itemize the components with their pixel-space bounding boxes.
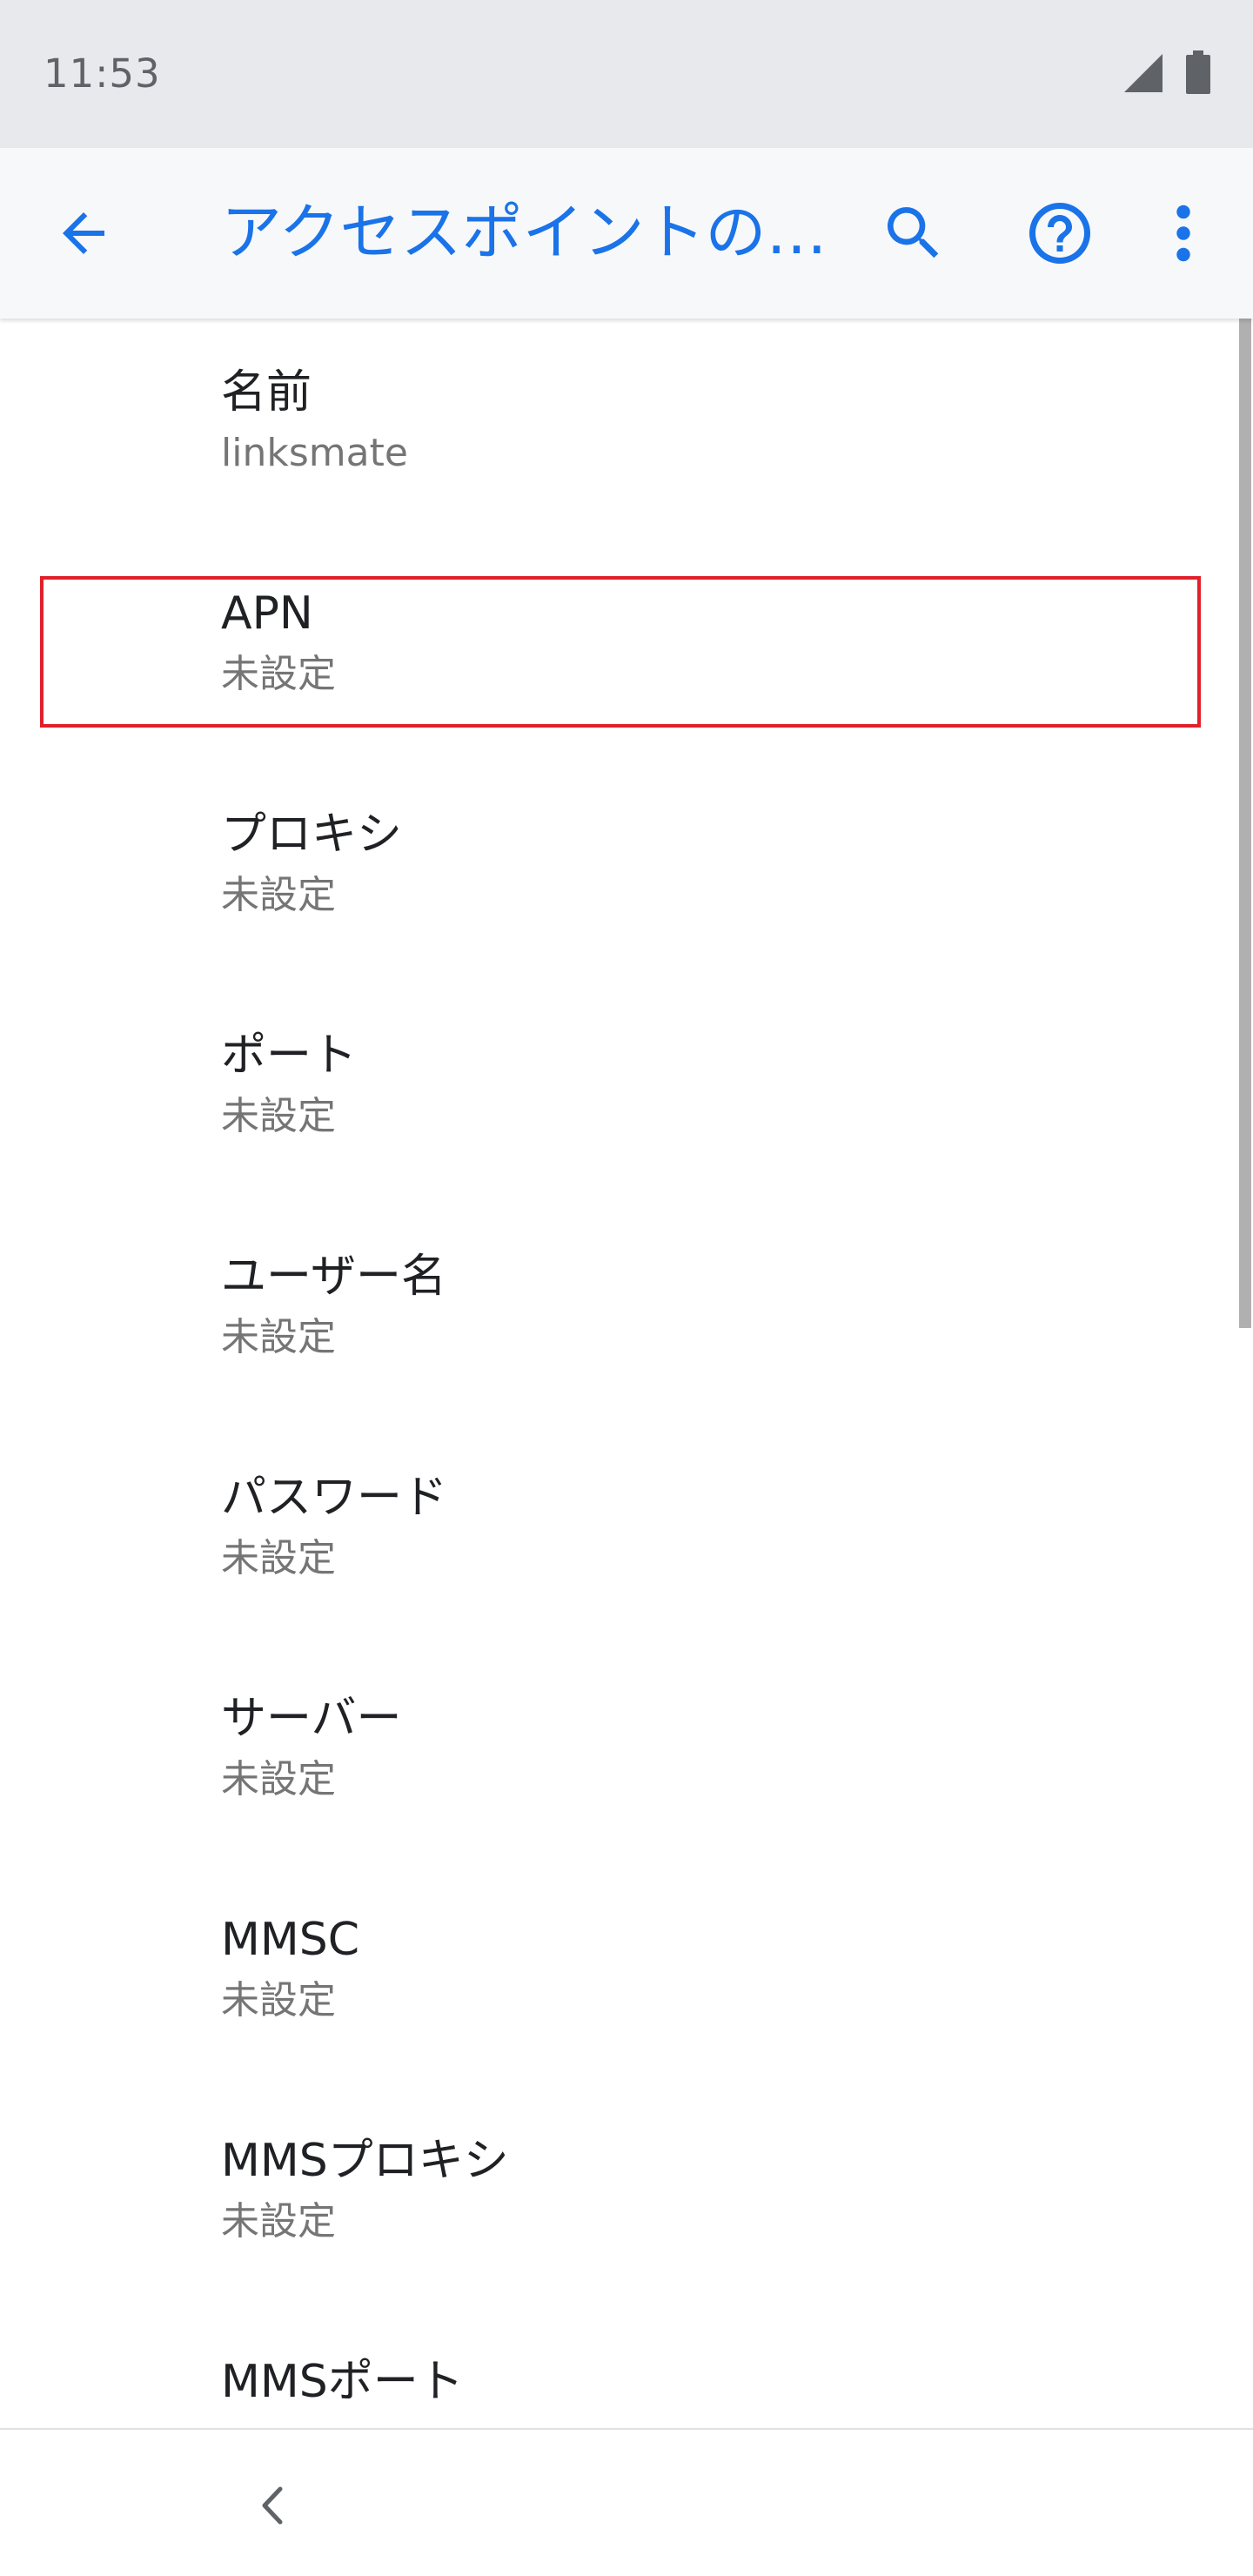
setting-item-server[interactable]: サーバー 未設定: [0, 1645, 1236, 1866]
more-vert-icon[interactable]: [1163, 197, 1204, 270]
setting-summary: 未設定: [221, 1757, 336, 1801]
setting-item-password[interactable]: パスワード 未設定: [0, 1424, 1236, 1645]
screen: 11:53 アクセスポイントの… 名前 linksmate APN 未設定 プロ…: [0, 0, 1253, 2576]
setting-item-mms-port[interactable]: MMSポート: [0, 2308, 1236, 2428]
setting-item-name[interactable]: 名前 linksmate: [0, 319, 1236, 540]
scrollbar[interactable]: [1239, 319, 1251, 1328]
setting-item-apn[interactable]: APN 未設定: [0, 540, 1236, 761]
setting-summary: 未設定: [221, 1978, 336, 2023]
setting-title: MMSC: [221, 1914, 360, 1966]
setting-title: MMSポート: [221, 2356, 464, 2408]
setting-summary: 未設定: [221, 1315, 336, 1359]
app-bar: アクセスポイントの…: [0, 148, 1253, 319]
setting-summary: linksmate: [221, 431, 408, 475]
setting-summary: 未設定: [221, 2199, 336, 2244]
setting-item-port[interactable]: ポート 未設定: [0, 982, 1236, 1203]
arrow-back-icon[interactable]: [52, 202, 115, 265]
status-time: 11:53: [44, 50, 161, 97]
setting-summary: 未設定: [221, 1536, 336, 1580]
setting-summary: 未設定: [221, 873, 336, 917]
setting-title: サーバー: [221, 1693, 402, 1745]
setting-title: パスワード: [221, 1472, 448, 1524]
status-bar: 11:53: [0, 0, 1253, 148]
setting-item-proxy[interactable]: プロキシ 未設定: [0, 761, 1236, 982]
battery-icon: [1186, 50, 1210, 94]
cell-signal-icon: [1124, 54, 1163, 92]
setting-title: ポート: [221, 1030, 358, 1082]
setting-item-username[interactable]: ユーザー名 未設定: [0, 1203, 1236, 1424]
setting-summary: 未設定: [221, 652, 336, 696]
setting-title: ユーザー名: [221, 1251, 446, 1303]
search-icon[interactable]: [879, 198, 948, 268]
setting-title: プロキシ: [221, 808, 403, 861]
setting-title: 名前: [221, 366, 312, 419]
setting-title: APN: [221, 587, 313, 640]
navigation-bar: [0, 2428, 1253, 2576]
page-title: アクセスポイントの…: [221, 197, 821, 268]
setting-title: MMSプロキシ: [221, 2135, 509, 2187]
setting-item-mms-proxy[interactable]: MMSプロキシ 未設定: [0, 2087, 1236, 2308]
help-icon[interactable]: [1023, 197, 1096, 270]
setting-item-mmsc[interactable]: MMSC 未設定: [0, 1866, 1236, 2087]
settings-list: 名前 linksmate APN 未設定 プロキシ 未設定 ポート 未設定 ユー…: [0, 319, 1253, 2428]
setting-summary: 未設定: [221, 1094, 336, 1138]
nav-back-chevron-icon[interactable]: [254, 2484, 289, 2527]
